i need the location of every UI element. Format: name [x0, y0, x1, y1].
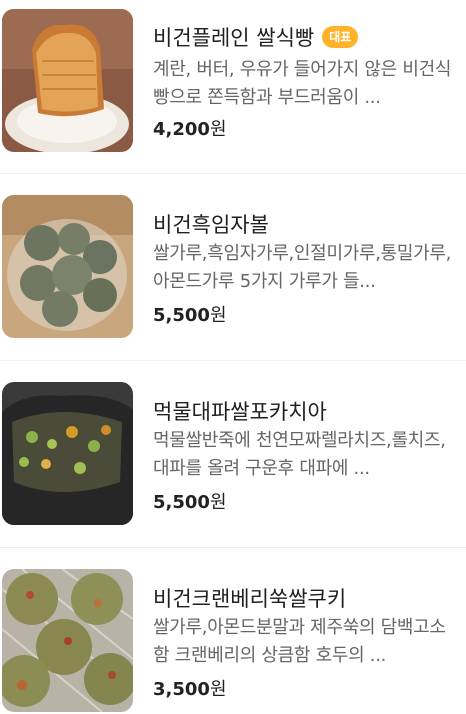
price-value: 5,500	[153, 305, 210, 326]
item-price: 4,200원	[153, 115, 227, 141]
price-value: 5,500	[153, 492, 210, 513]
item-name-text: 비건플레인 쌀식빵	[153, 26, 315, 50]
black-sesame-balls-photo	[2, 195, 133, 338]
item-price: 5,500원	[153, 301, 227, 327]
item-name: 먹물대파쌀포카치아	[153, 396, 327, 426]
signature-badge: 대표	[322, 26, 359, 48]
menu-item-squid-ink-green-onion-focaccia[interactable]: 먹물대파쌀포카치아 먹물쌀반죽에 천연모짜렐라치즈,롤치즈,대파를 올려 구운후…	[0, 374, 466, 561]
item-price: 3,500원	[153, 675, 227, 701]
divider	[0, 547, 466, 548]
price-unit: 원	[209, 119, 227, 140]
price-unit: 원	[209, 492, 227, 513]
item-description: 먹물쌀반죽에 천연모짜렐라치즈,롤치즈,대파를 올려 구운후 대파에 ...	[153, 430, 446, 479]
item-price: 5,500원	[153, 488, 227, 514]
menu-list: 비건플레인 쌀식빵 대표 계란, 버터, 우유가 들어가지 않은 비건식빵으로 …	[0, 0, 466, 714]
price-value: 3,500	[153, 679, 210, 700]
menu-item-vegan-cranberry-mugwort-rice-cookie[interactable]: 비건크랜베리쑥쌀쿠키 쌀가루,아몬드분말과 제주쑥의 담백고소함 크랜베리의 상…	[0, 561, 466, 714]
item-name-text: 비건흑임자볼	[153, 213, 269, 237]
item-description: 쌀가루,아몬드분말과 제주쑥의 담백고소함 크랜베리의 상큼함 호두의 ...	[153, 617, 446, 666]
item-name: 비건플레인 쌀식빵 대표	[153, 22, 359, 52]
menu-item-vegan-black-sesame-ball[interactable]: 비건흑임자볼 쌀가루,흑임자가루,인절미가루,통밀가루,아몬드가루 5가지 가루…	[0, 187, 466, 374]
item-name: 비건크랜베리쑥쌀쿠키	[153, 583, 346, 613]
item-name-text: 먹물대파쌀포카치아	[153, 400, 327, 424]
price-unit: 원	[209, 679, 227, 700]
item-description: 쌀가루,흑임자가루,인절미가루,통밀가루,아몬드가루 5가지 가루가 들...	[153, 243, 452, 292]
divider	[0, 360, 466, 361]
bread-loaf-photo	[2, 9, 133, 152]
menu-item-vegan-plain-rice-bread[interactable]: 비건플레인 쌀식빵 대표 계란, 버터, 우유가 들어가지 않은 비건식빵으로 …	[0, 0, 466, 187]
divider	[0, 173, 466, 174]
item-name: 비건흑임자볼	[153, 209, 269, 239]
item-name-text: 비건크랜베리쑥쌀쿠키	[153, 587, 347, 611]
price-unit: 원	[209, 305, 227, 326]
price-value: 4,200	[153, 119, 210, 140]
item-description: 계란, 버터, 우유가 들어가지 않은 비건식빵으로 쫀득함과 부드러움이 ..…	[153, 59, 452, 108]
mugwort-cookies-photo	[2, 569, 133, 712]
focaccia-photo	[2, 382, 133, 525]
